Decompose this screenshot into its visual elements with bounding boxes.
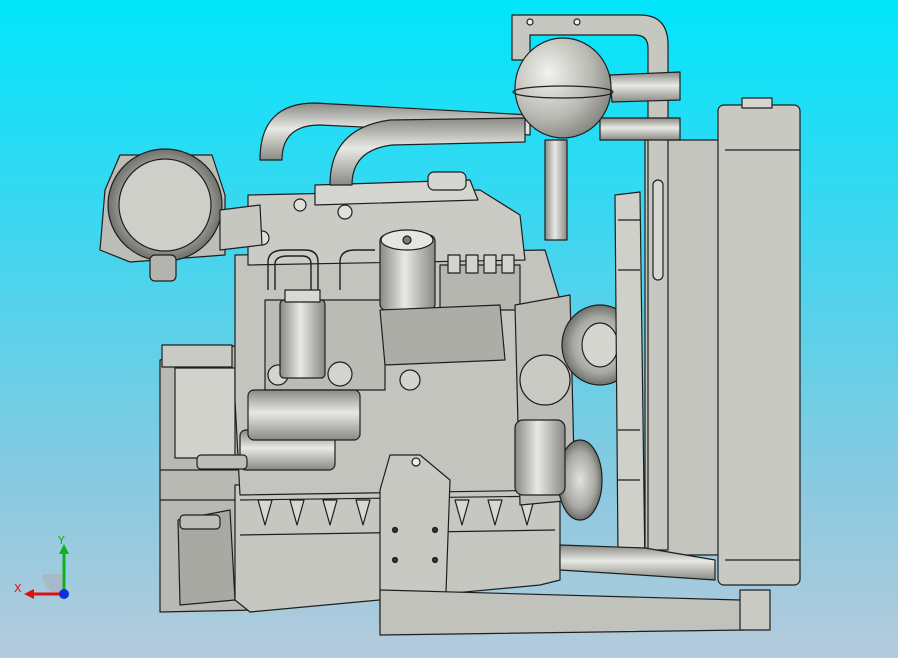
engine-assembly-model[interactable] [0, 0, 898, 658]
cad-viewport[interactable]: Y X [0, 0, 898, 658]
alternator [514, 419, 566, 496]
x-axis-label: X [14, 582, 22, 595]
expansion-tank [512, 37, 614, 139]
coordinate-triad: Y X [12, 534, 76, 606]
cooling-fan [614, 191, 646, 571]
y-axis-label: Y [57, 536, 65, 547]
oil-filter [279, 289, 326, 379]
coordinate-triad-icon: Y X [14, 534, 69, 599]
fuel-filter [379, 229, 436, 311]
